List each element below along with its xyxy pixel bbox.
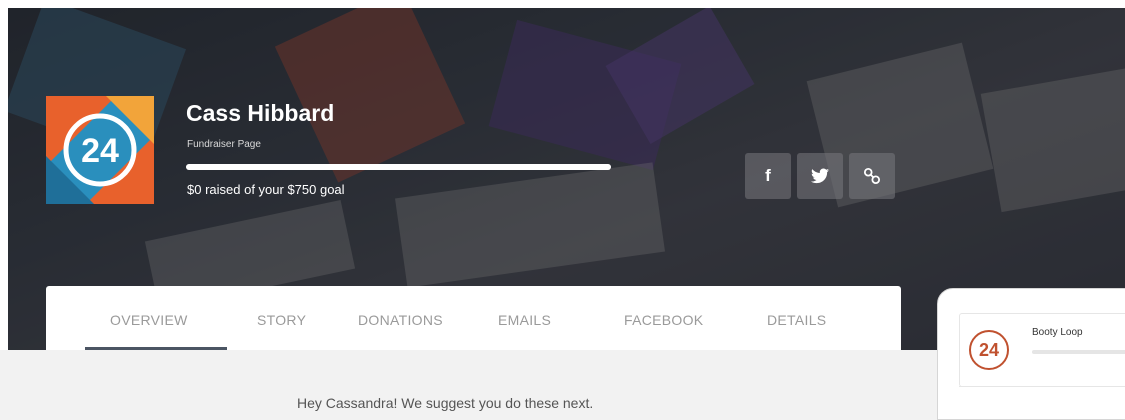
goal-progress-bar (186, 164, 611, 170)
twitter-icon (811, 168, 829, 184)
tab-facebook[interactable]: FACEBOOK (624, 312, 703, 328)
logo-text: 24 (81, 132, 119, 170)
tab-bar: OVERVIEW STORY DONATIONS EMAILS FACEBOOK… (46, 286, 901, 350)
fundraiser-name: Cass Hibbard (186, 100, 335, 126)
fundraiser-logo: 24 (46, 96, 154, 204)
tab-story[interactable]: STORY (257, 312, 306, 328)
goal-progress-fill (186, 164, 611, 170)
fundraiser-logo-graphic: 24 (46, 96, 154, 204)
facebook-icon: f (765, 166, 771, 185)
tab-emails[interactable]: EMAILS (498, 312, 551, 328)
preview-divider (959, 386, 1125, 387)
left-edge (0, 0, 8, 350)
page-type-label: Fundraiser Page (187, 139, 261, 150)
preview-logo: 24 (969, 330, 1009, 370)
active-tab-indicator (85, 347, 227, 350)
preview-fundraiser-name: Booty Loop (1032, 327, 1083, 338)
raised-amount-text: $0 raised of your $750 goal (187, 182, 345, 197)
copy-link-button[interactable] (849, 153, 895, 199)
preview-progress-bar (1032, 350, 1125, 354)
link-icon (863, 167, 881, 185)
facebook-share-button[interactable]: f (745, 153, 791, 199)
tab-details[interactable]: DETAILS (767, 312, 826, 328)
tab-overview[interactable]: OVERVIEW (110, 312, 188, 328)
suggestion-heading: Hey Cassandra! We suggest you do these n… (297, 395, 594, 411)
twitter-share-button[interactable] (797, 153, 843, 199)
top-edge (0, 0, 1125, 8)
tab-donations[interactable]: DONATIONS (358, 312, 443, 328)
